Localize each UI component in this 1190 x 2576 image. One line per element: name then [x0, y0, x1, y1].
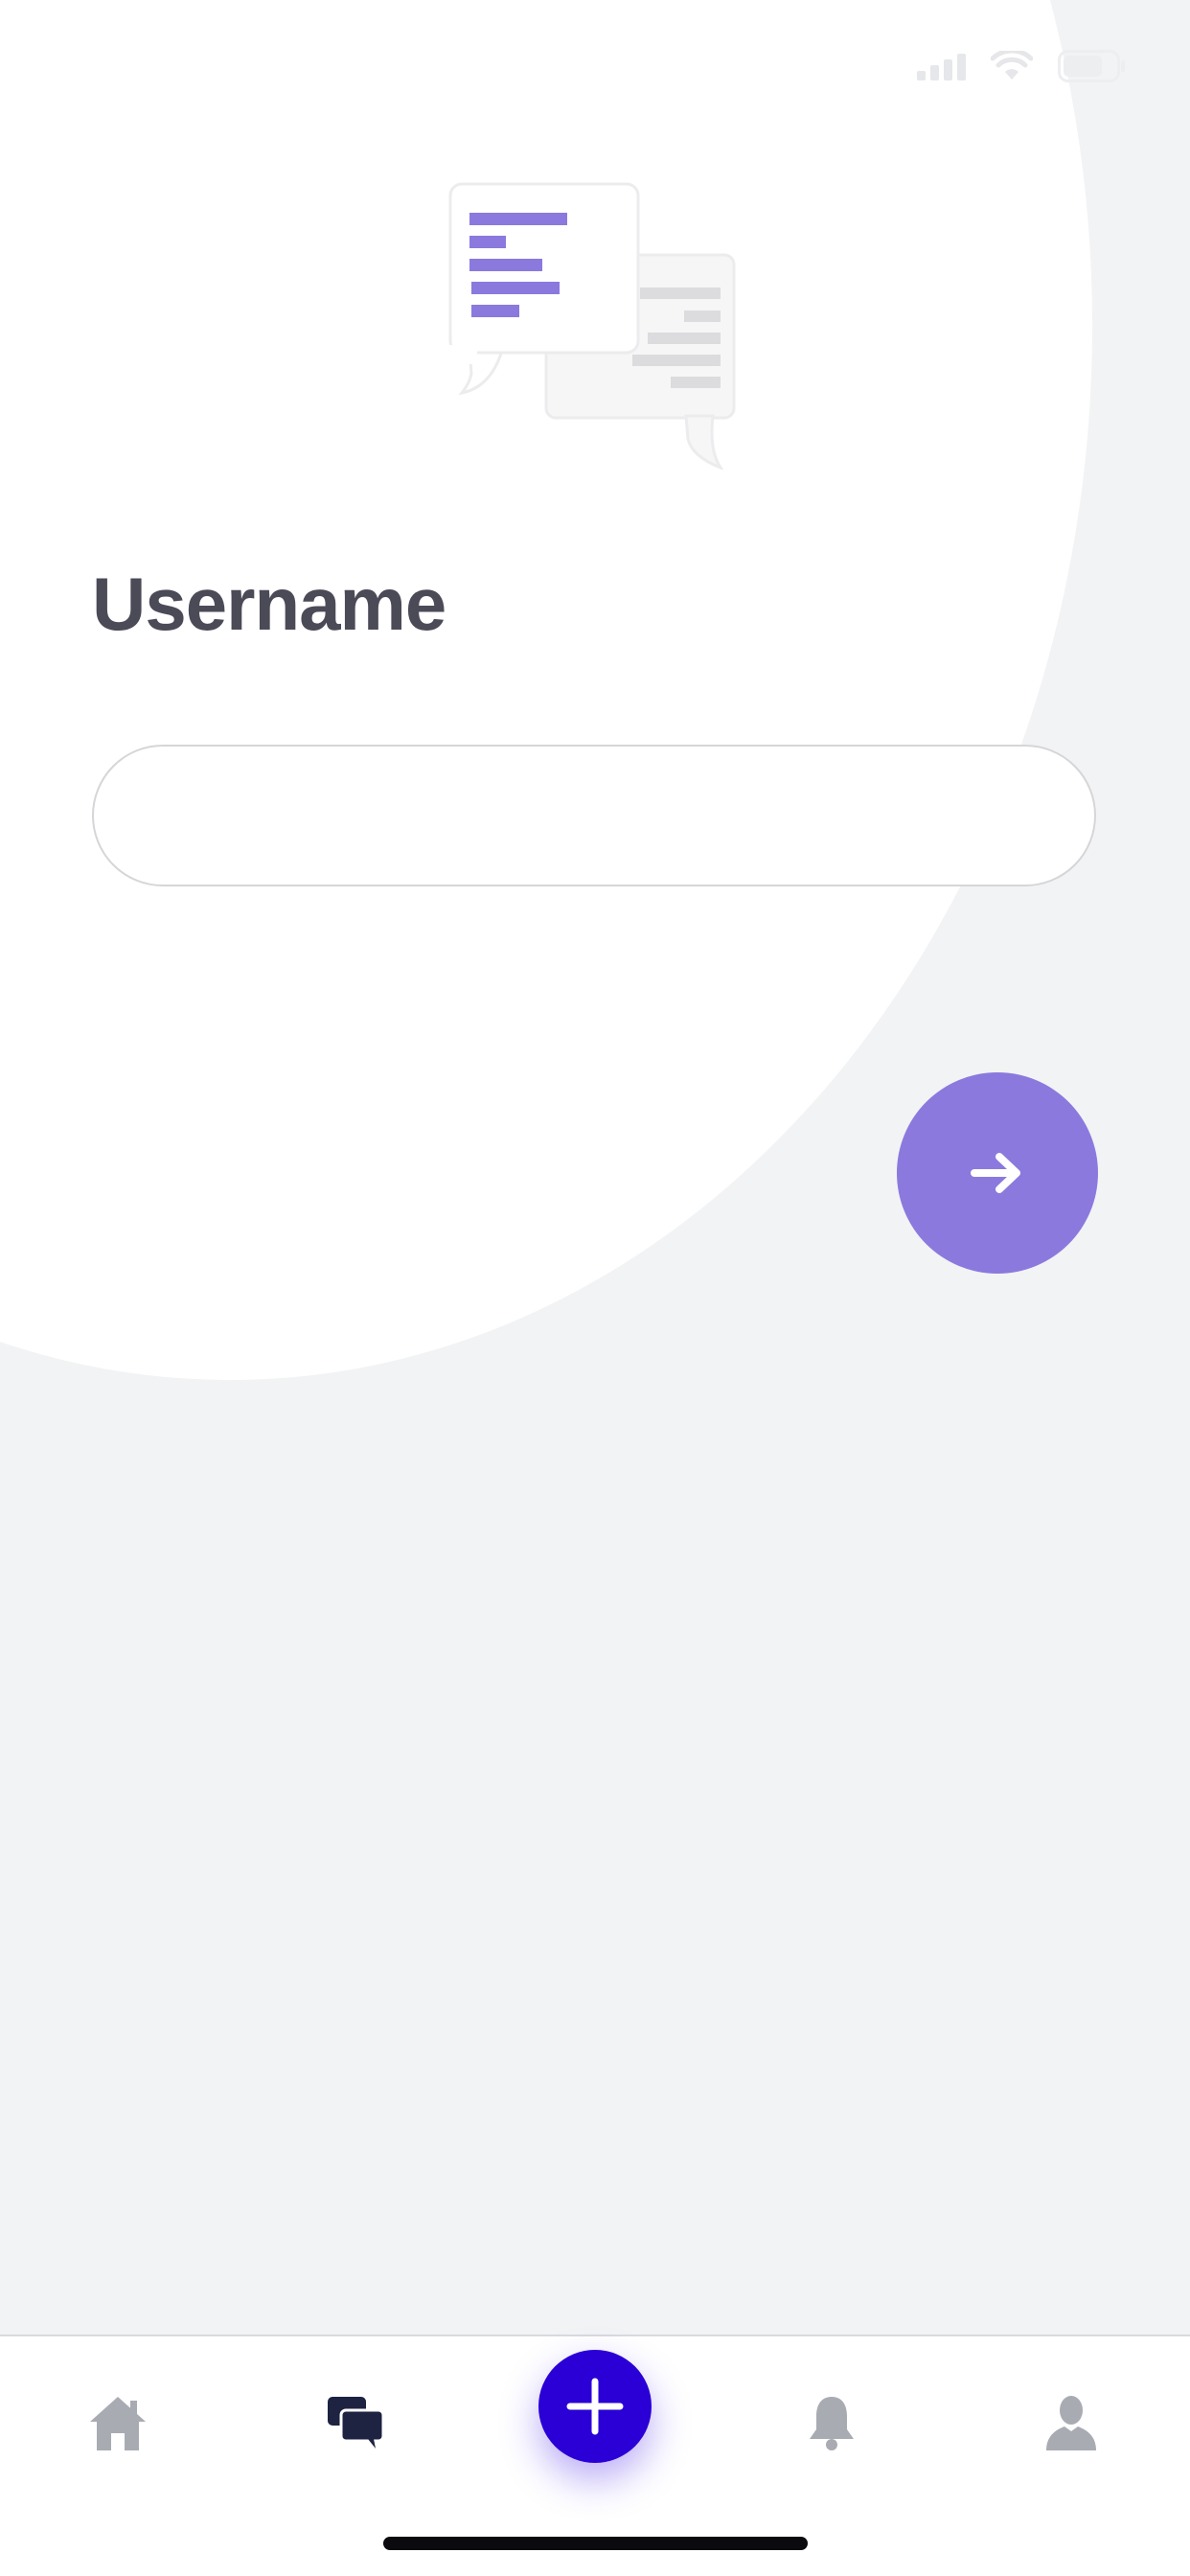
tab-notifications[interactable] [784, 2375, 880, 2471]
username-input[interactable] [92, 745, 1096, 886]
cellular-signal-icon [917, 52, 966, 80]
page-title: Username [92, 562, 446, 646]
tab-profile[interactable] [1023, 2375, 1119, 2471]
profile-icon [1043, 2393, 1099, 2452]
home-icon [86, 2393, 149, 2452]
plus-icon [564, 2376, 626, 2437]
chat-bubbles-illustration [448, 182, 745, 472]
add-button[interactable] [538, 2350, 652, 2463]
chat-icon [326, 2393, 387, 2452]
bell-icon [806, 2393, 858, 2452]
home-indicator [383, 2537, 808, 2550]
arrow-right-icon [969, 1149, 1026, 1197]
status-bar [0, 0, 1190, 125]
next-button[interactable] [897, 1072, 1098, 1274]
login-screen: Username [0, 0, 1190, 2576]
battery-icon [1058, 50, 1127, 82]
status-icons [917, 50, 1127, 82]
wifi-icon [991, 51, 1033, 81]
tab-home[interactable] [70, 2375, 166, 2471]
tab-chat[interactable] [309, 2375, 404, 2471]
